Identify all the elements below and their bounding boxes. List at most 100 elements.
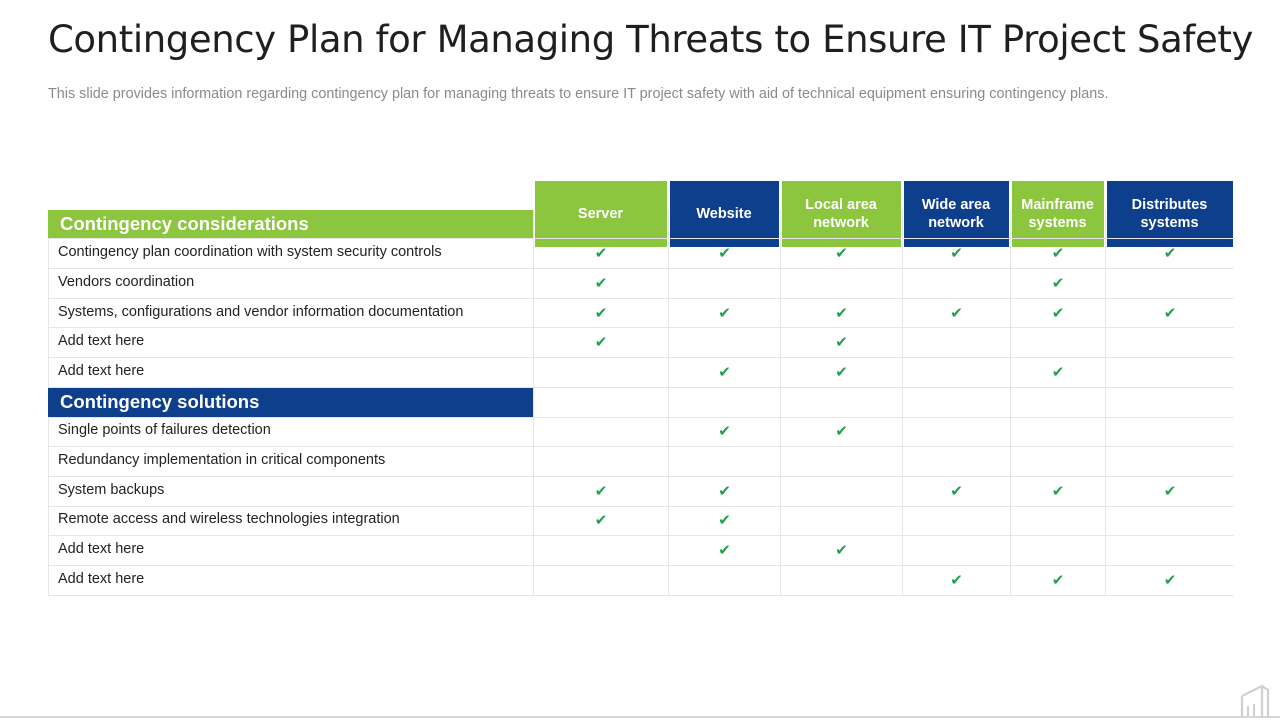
check-icon: ✔ (950, 245, 963, 263)
row-label: Add text here (48, 328, 533, 359)
matrix-cell (902, 328, 1010, 359)
matrix-cell: ✔ (533, 476, 668, 507)
section-empty-cell (668, 387, 780, 418)
matrix-cell (780, 447, 902, 477)
check-icon: ✔ (594, 245, 608, 263)
section-empty-cell (1010, 209, 1105, 240)
check-icon: ✔ (1051, 363, 1065, 381)
matrix-cell: ✔ (1010, 358, 1105, 388)
matrix-cell (1105, 506, 1234, 537)
matrix-cell: ✔ (902, 565, 1010, 596)
matrix-cell (780, 506, 902, 537)
matrix-cell (1010, 506, 1105, 537)
check-icon: ✔ (1163, 245, 1177, 263)
matrix-cell: ✔ (1105, 298, 1234, 329)
check-icon: ✔ (1051, 571, 1065, 589)
matrix-cell: ✔ (533, 328, 668, 359)
matrix-cell (780, 269, 902, 299)
check-icon: ✔ (1163, 482, 1177, 500)
matrix-cell: ✔ (533, 506, 668, 537)
row-label: System backups (48, 476, 533, 507)
row-label: Systems, configurations and vendor infor… (48, 298, 533, 329)
matrix-cell: ✔ (668, 298, 780, 329)
section-empty-cell (902, 209, 1010, 240)
matrix-cell: ✔ (668, 536, 780, 566)
section-empty-cell (1010, 387, 1105, 418)
footer-divider (0, 716, 1280, 718)
row-label: Single points of failures detection (48, 417, 533, 448)
row-label: Contingency plan coordination with syste… (48, 239, 533, 270)
check-icon: ✔ (718, 542, 731, 560)
matrix-cell: ✔ (1010, 298, 1105, 329)
section-empty-cell (1105, 209, 1234, 240)
check-icon: ✔ (594, 512, 608, 530)
matrix-cell (668, 447, 780, 477)
matrix-cell: ✔ (1010, 269, 1105, 299)
check-icon: ✔ (594, 482, 608, 500)
matrix-cell (1105, 358, 1234, 388)
matrix-cell (902, 358, 1010, 388)
matrix-cell (533, 565, 668, 596)
section-empty-cell (902, 387, 1010, 418)
matrix-cell (533, 447, 668, 477)
page-title: Contingency Plan for Managing Threats to… (48, 18, 1253, 61)
check-icon: ✔ (1051, 245, 1065, 263)
matrix-cell (533, 358, 668, 388)
matrix-cell: ✔ (1105, 239, 1234, 270)
section-empty-cell (1105, 387, 1234, 418)
matrix-cell: ✔ (668, 358, 780, 388)
matrix-cell (1105, 328, 1234, 359)
matrix-cell (780, 565, 902, 596)
matrix-cell (1010, 447, 1105, 477)
section-empty-cell (668, 209, 780, 240)
row-label: Redundancy implementation in critical co… (48, 447, 533, 477)
section-empty-cell (533, 387, 668, 418)
matrix-cell (902, 269, 1010, 299)
row-label: Add text here (48, 536, 533, 566)
matrix-cell (1105, 417, 1234, 448)
matrix-cell (780, 476, 902, 507)
check-icon: ✔ (718, 363, 731, 381)
row-label: Vendors coordination (48, 269, 533, 299)
check-icon: ✔ (594, 334, 608, 352)
check-icon: ✔ (718, 304, 731, 322)
matrix-cell (1105, 536, 1234, 566)
matrix-cell (1105, 447, 1234, 477)
check-icon: ✔ (835, 334, 848, 352)
check-icon: ✔ (718, 482, 731, 500)
matrix-cell: ✔ (902, 476, 1010, 507)
section-empty-cell (780, 209, 902, 240)
check-icon: ✔ (835, 304, 848, 322)
matrix-cell: ✔ (780, 328, 902, 359)
matrix-cell (902, 417, 1010, 448)
matrix-cell: ✔ (780, 239, 902, 270)
check-icon: ✔ (1163, 571, 1177, 589)
check-icon: ✔ (835, 363, 848, 381)
matrix-cell: ✔ (668, 476, 780, 507)
section-empty-cell (533, 209, 668, 240)
contingency-table: Server Website Local area network Wide area… (48, 180, 1234, 596)
check-icon: ✔ (1051, 304, 1065, 322)
check-icon: ✔ (594, 274, 608, 292)
matrix-cell: ✔ (1105, 565, 1234, 596)
matrix-cell (668, 328, 780, 359)
section-header: Contingency solutions (48, 387, 533, 418)
check-icon: ✔ (835, 245, 848, 263)
matrix-cell: ✔ (533, 298, 668, 329)
matrix-cell (902, 536, 1010, 566)
matrix-cell: ✔ (780, 536, 902, 566)
check-icon: ✔ (718, 245, 731, 263)
matrix-cell: ✔ (1010, 239, 1105, 270)
check-icon: ✔ (1051, 274, 1065, 292)
matrix-cell: ✔ (1105, 476, 1234, 507)
matrix-cell: ✔ (668, 417, 780, 448)
matrix-cell (1105, 269, 1234, 299)
matrix-cell: ✔ (902, 298, 1010, 329)
matrix-cell (1010, 328, 1105, 359)
matrix-cell: ✔ (668, 239, 780, 270)
matrix-cell (668, 565, 780, 596)
matrix-cell: ✔ (533, 239, 668, 270)
check-icon: ✔ (835, 423, 848, 441)
matrix-cell: ✔ (780, 298, 902, 329)
matrix-cell: ✔ (533, 269, 668, 299)
